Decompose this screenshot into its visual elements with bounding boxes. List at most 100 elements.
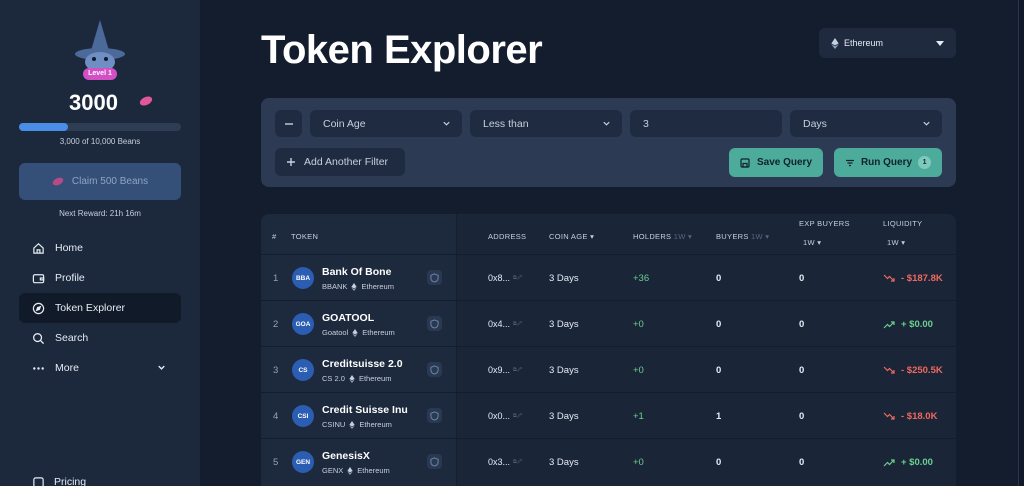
chevron-down-icon	[158, 365, 165, 370]
remove-filter-button[interactable]	[275, 110, 302, 137]
token-address[interactable]: 0x8... ⧉⇗	[488, 255, 522, 301]
add-filter-button[interactable]: Add Another Filter	[275, 148, 405, 176]
security-check-button[interactable]	[427, 362, 442, 377]
liquidity-value: + $0.00	[883, 301, 933, 347]
sidebar-item-search[interactable]: Search	[19, 323, 181, 353]
sidebar-item-more[interactable]: More	[19, 353, 181, 383]
period-select[interactable]: 1W ▾	[751, 232, 769, 241]
sidebar-item-label: Pricing	[54, 476, 87, 486]
address-text: 0x0...	[488, 411, 511, 421]
sidebar-item-token-explorer[interactable]: Token Explorer	[19, 293, 181, 323]
exp-buyers-value: 0	[799, 364, 805, 376]
buyers-value: 1	[716, 410, 722, 422]
filter-field-select[interactable]: Coin Age	[310, 110, 462, 137]
dots-icon	[33, 366, 44, 370]
token-symbol: GENX	[322, 466, 344, 475]
filter-unit-select[interactable]: Days	[790, 110, 942, 137]
token-address[interactable]: 0x0... ⧉⇗	[488, 393, 522, 439]
liquidity-value: - $250.5K	[883, 347, 943, 393]
token-avatar: CSI	[292, 405, 314, 427]
holders-value: +36	[633, 272, 650, 284]
copy-icon[interactable]: ⧉⇗	[513, 367, 522, 373]
token-avatar: CS	[292, 359, 314, 381]
caret-down-icon	[936, 40, 944, 46]
row-number: 5	[273, 456, 279, 468]
level-badge: Level 1	[83, 68, 117, 80]
trend-up-icon	[883, 320, 895, 328]
column-header-holders[interactable]: HOLDERS 1W ▾	[633, 232, 692, 241]
next-reward-text: Next Reward: 21h 16m	[59, 209, 141, 218]
trend-down-icon	[883, 412, 895, 420]
window-scrollbar[interactable]	[1018, 0, 1024, 486]
sidebar-item-label: More	[55, 362, 79, 374]
token-meta: CSINU Ethereum	[322, 420, 392, 429]
token-name[interactable]: Creditsuisse 2.0	[322, 358, 403, 370]
table-row[interactable]: 5 GEN GenesisX GENX Ethereum 0x3... ⧉⇗ 3 Days +0…	[261, 438, 956, 484]
sidebar-item-pricing[interactable]: Pricing	[32, 476, 86, 486]
token-name[interactable]: GenesisX	[322, 450, 370, 462]
token-meta: Goatool Ethereum	[322, 328, 395, 337]
save-query-label: Save Query	[756, 157, 813, 168]
copy-icon[interactable]: ⧉⇗	[513, 321, 522, 327]
run-query-button[interactable]: Run Query 1	[834, 148, 942, 177]
filter-unit-value: Days	[803, 117, 827, 130]
token-avatar: BBA	[292, 267, 314, 289]
save-icon	[740, 157, 750, 168]
home-icon	[33, 242, 44, 254]
network-select[interactable]: Ethereum	[819, 28, 956, 58]
filter-field-value: Coin Age	[323, 117, 366, 130]
beans-progress-fill	[19, 123, 68, 131]
exp-buyers-value: 0	[799, 456, 805, 468]
compass-icon	[32, 302, 45, 314]
token-table: # TOKEN ADDRESS COIN AGE ▾ HOLDERS 1W ▾ …	[261, 214, 956, 486]
security-check-button[interactable]	[427, 454, 442, 469]
token-address[interactable]: 0x3... ⧉⇗	[488, 439, 522, 485]
token-name[interactable]: GOATOOL	[322, 312, 374, 324]
column-header-label: HOLDERS	[633, 232, 672, 241]
ethereum-icon	[351, 282, 358, 291]
token-avatar: GOA	[292, 313, 314, 335]
token-name[interactable]: Credit Suisse Inu	[322, 404, 408, 416]
copy-icon[interactable]: ⧉⇗	[513, 275, 522, 281]
liquidity-text: - $18.0K	[901, 410, 938, 422]
table-row[interactable]: 1 BBA Bank Of Bone BBANK Ethereum 0x8... ⧉⇗ 3 D…	[261, 254, 956, 300]
sort-caret-icon: ▾	[590, 232, 595, 241]
ethereum-icon	[352, 328, 358, 337]
filter-value-text: 3	[643, 117, 649, 130]
sidebar-item-profile[interactable]: Profile	[19, 263, 181, 293]
claim-beans-label: Claim 500 Beans	[71, 176, 149, 187]
save-query-button[interactable]: Save Query	[729, 148, 823, 177]
token-address[interactable]: 0x4... ⧉⇗	[488, 301, 522, 347]
address-text: 0x4...	[488, 319, 511, 329]
column-header-buyers[interactable]: BUYERS 1W ▾	[716, 232, 769, 241]
token-symbol: CSINU	[322, 420, 346, 429]
table-row[interactable]: 4 CSI Credit Suisse Inu CSINU Ethereum 0x0...…	[261, 392, 956, 438]
beans-progress-bar	[19, 123, 181, 131]
table-header: # TOKEN ADDRESS COIN AGE ▾ HOLDERS 1W ▾ …	[261, 214, 956, 254]
security-check-button[interactable]	[427, 270, 442, 285]
table-row[interactable]: 2 GOA GOATOOL Goatool Ethereum 0x4... ⧉⇗ 3 Days…	[261, 300, 956, 346]
security-check-button[interactable]	[427, 316, 442, 331]
period-select[interactable]: 1W ▾	[887, 238, 905, 247]
sidebar-item-home[interactable]: Home	[19, 233, 181, 263]
sidebar-item-label: Token Explorer	[55, 302, 126, 314]
sidebar-item-label: Search	[55, 332, 89, 344]
copy-icon[interactable]: ⧉⇗	[513, 459, 522, 465]
address-text: 0x9...	[488, 365, 511, 375]
period-select[interactable]: 1W ▾	[803, 238, 821, 247]
table-row[interactable]: 3 CS Creditsuisse 2.0 CS 2.0 Ethereum 0x9... ⧉…	[261, 346, 956, 392]
token-meta: CS 2.0 Ethereum	[322, 374, 391, 383]
security-check-button[interactable]	[427, 408, 442, 423]
copy-icon[interactable]: ⧉⇗	[513, 413, 522, 419]
filter-value-input[interactable]: 3	[630, 110, 782, 137]
coin-age-value: 3 Days	[549, 272, 579, 284]
token-address[interactable]: 0x9... ⧉⇗	[488, 347, 522, 393]
token-name[interactable]: Bank Of Bone	[322, 266, 391, 278]
token-symbol: Goatool	[322, 328, 349, 337]
sidebar-item-label: Profile	[55, 272, 85, 284]
column-header-coin-age[interactable]: COIN AGE ▾	[549, 232, 594, 241]
period-select[interactable]: 1W ▾	[674, 232, 692, 241]
holders-value: +0	[633, 364, 644, 376]
filter-operator-select[interactable]: Less than	[470, 110, 622, 137]
claim-beans-button[interactable]: Claim 500 Beans	[19, 163, 181, 200]
